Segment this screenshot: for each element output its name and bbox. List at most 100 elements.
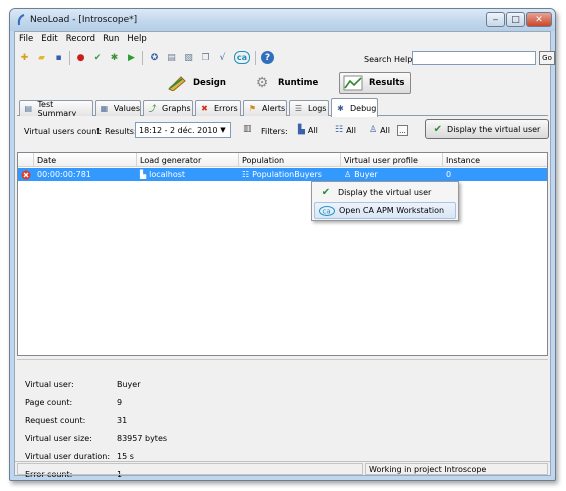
- column-header-profile[interactable]: Virtual user profile: [341, 153, 443, 167]
- detail-value: 15 s: [117, 452, 134, 461]
- design-icon: [166, 74, 188, 92]
- menu-item-display-virtual-user[interactable]: ✔ Display the virtual user: [314, 184, 456, 201]
- search-go-button[interactable]: Go: [539, 51, 555, 65]
- filters-label: Filters:: [261, 127, 288, 136]
- more-filters-button[interactable]: ...: [397, 125, 408, 136]
- cell-load-generator-text: localhost: [149, 170, 186, 179]
- display-virtual-user-button[interactable]: ✔ Display the virtual user: [425, 119, 549, 139]
- neoload-logo-icon: [17, 14, 25, 26]
- results-graph-icon: [342, 74, 364, 92]
- debug-icon: ✱: [337, 103, 344, 113]
- variables-icon[interactable]: ✪: [148, 51, 161, 64]
- toolbar: ✚ ▰ ▪ ● ✔ ✱ ▶ ✪ ▤ ▧ ❐ √ ca ? Search Help…: [15, 47, 555, 69]
- design-label: Design: [193, 78, 226, 88]
- column-header-instance[interactable]: Instance: [443, 153, 547, 167]
- debug-filter-bar: Virtual users count: 1 Results: 18:12 - …: [17, 116, 549, 146]
- check-icon[interactable]: ✔: [91, 51, 104, 64]
- detail-label: Virtual user size:: [25, 434, 92, 443]
- table-row[interactable]: 00:00:00:781 ▙ localhost ☷ PopulationBuy…: [18, 168, 547, 181]
- run-icon[interactable]: ▶: [125, 51, 138, 64]
- column-header-population[interactable]: Population: [239, 153, 341, 167]
- menu-item-open-ca-apm[interactable]: ca Open CA APM Workstation: [314, 202, 456, 219]
- tab-values[interactable]: ▦ Values: [95, 100, 141, 116]
- virtual-user-details: Virtual user: Buyer Page count: 9 Reques…: [17, 359, 548, 479]
- minimize-button[interactable]: ‒: [486, 12, 505, 27]
- svg-text:ca: ca: [323, 207, 331, 215]
- tab-alerts[interactable]: ⚑ Alerts: [243, 100, 287, 116]
- tab-debug[interactable]: ✱ Debug: [331, 98, 378, 117]
- ca-logo-icon[interactable]: ca: [234, 51, 250, 64]
- alert-icon: ⚑: [248, 104, 257, 113]
- filter-all-label: All: [346, 125, 356, 135]
- cell-instance: 0: [446, 170, 452, 179]
- results-select[interactable]: 18:12 - 2 déc. 2010 ▼: [135, 122, 231, 138]
- tab-logs[interactable]: ☰ Logs: [289, 100, 329, 116]
- menu-item-label: Display the virtual user: [338, 188, 432, 197]
- filter-population[interactable]: ☷ All: [335, 125, 356, 135]
- settings-icon[interactable]: ▤: [165, 51, 178, 64]
- column-header-status[interactable]: [18, 153, 34, 167]
- status-bar: Working in project Introscope: [15, 461, 550, 475]
- maximize-button[interactable]: □: [506, 12, 525, 27]
- record-icon[interactable]: ●: [74, 51, 87, 64]
- filter-all-label: All: [380, 125, 390, 135]
- results-mode-button[interactable]: Results: [339, 72, 412, 94]
- validate-icon[interactable]: √: [216, 51, 229, 64]
- filter-virtual-user[interactable]: ♙ All: [369, 125, 390, 135]
- tab-label: Test Summary: [37, 99, 77, 118]
- design-mode-button[interactable]: Design: [166, 72, 226, 94]
- document-icon: ▤: [24, 104, 33, 113]
- copy-icon[interactable]: ❐: [199, 51, 212, 64]
- toolbar-separator: [142, 51, 143, 65]
- menu-help[interactable]: Help: [127, 34, 146, 44]
- check-icon: ✔: [433, 123, 443, 135]
- chevron-down-icon: ▼: [220, 126, 226, 134]
- save-icon[interactable]: ▪: [52, 51, 65, 64]
- open-project-icon[interactable]: ▰: [35, 51, 48, 64]
- monitors-icon[interactable]: ▧: [182, 51, 195, 64]
- menu-record[interactable]: Record: [66, 34, 95, 44]
- search-help-input[interactable]: [412, 51, 536, 65]
- new-project-icon[interactable]: ✚: [18, 51, 31, 64]
- help-icon[interactable]: ?: [261, 51, 274, 64]
- user-icon: ♙: [344, 170, 352, 179]
- error-status-icon: [21, 168, 31, 181]
- neoload-window: NeoLoad - [Introscope*] ‒ □ ✕ File Edit …: [9, 8, 556, 481]
- results-label: Results:: [105, 127, 137, 136]
- menu-edit[interactable]: Edit: [41, 34, 57, 44]
- vu-count-label: Virtual users count:: [24, 127, 103, 136]
- bug-icon[interactable]: ✱: [108, 51, 121, 64]
- menu-file[interactable]: File: [19, 34, 33, 44]
- cell-date: 00:00:00:781: [37, 170, 91, 179]
- runtime-mode-button[interactable]: ⚙ Runtime: [251, 72, 319, 94]
- menu-run[interactable]: Run: [103, 34, 119, 44]
- column-header-date[interactable]: Date: [34, 153, 137, 167]
- column-header-load-generator[interactable]: Load generator: [137, 153, 239, 167]
- search-help-label: Search Help: [364, 55, 413, 64]
- tab-graphs[interactable]: ⤴ Graphs: [143, 100, 193, 116]
- tab-label: Errors: [214, 104, 238, 113]
- close-button[interactable]: ✕: [526, 12, 552, 27]
- gears-icon: ⚙: [255, 75, 269, 91]
- tab-errors[interactable]: ✖ Errors: [195, 100, 241, 116]
- cell-profile-text: Buyer: [354, 170, 378, 179]
- detail-value: Buyer: [117, 380, 141, 389]
- tab-test-summary[interactable]: ▤ Test Summary: [19, 99, 93, 118]
- status-project: Working in project Introscope: [365, 463, 548, 475]
- tab-label: Debug: [350, 103, 377, 113]
- menu-bar: File Edit Record Run Help: [15, 32, 550, 46]
- filter-load-generator[interactable]: ▙ All: [298, 125, 318, 135]
- cell-load-generator: ▙ localhost: [140, 168, 185, 181]
- context-menu: ✔ Display the virtual user ca Open CA AP…: [311, 181, 459, 221]
- detail-label: Virtual user duration:: [25, 452, 111, 461]
- results-label: Results: [369, 78, 405, 88]
- detail-value: 83957 bytes: [117, 434, 168, 443]
- check-icon: ✔: [321, 187, 331, 198]
- error-icon: ✖: [201, 104, 208, 113]
- cell-profile: ♙ Buyer: [344, 168, 378, 181]
- filter-settings-icon[interactable]: ▥: [243, 124, 255, 134]
- vu-count-value: 1: [96, 127, 102, 136]
- detail-label: Request count:: [25, 416, 86, 425]
- toolbar-separator: [255, 51, 256, 65]
- detail-value: 9: [117, 398, 123, 407]
